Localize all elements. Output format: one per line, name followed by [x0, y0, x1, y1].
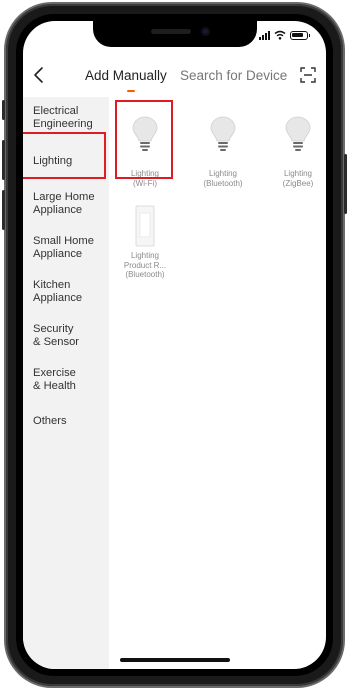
- category-label: Kitchen: [33, 279, 71, 291]
- category-label: Electrical: [33, 105, 79, 117]
- phone-frame: Add Manually Search for Device Electrica…: [2, 4, 347, 686]
- device-name: Lighting: [208, 169, 238, 178]
- home-indicator: [119, 658, 230, 662]
- battery-icon: [290, 30, 310, 40]
- wifi-icon: [274, 30, 286, 40]
- scan-icon[interactable]: [300, 67, 316, 83]
- tab-add-manually[interactable]: Add Manually: [85, 68, 167, 83]
- category-label: Engineering: [33, 118, 93, 130]
- category-label: & Sensor: [33, 336, 80, 348]
- highlight-box-wifi-device: [115, 100, 173, 179]
- category-label: Security: [33, 323, 74, 335]
- category-label: Appliance: [33, 248, 83, 260]
- device-protocol: (Wi-Fi): [133, 178, 157, 188]
- category-others[interactable]: Others: [33, 415, 67, 428]
- category-large-home-appliance[interactable]: Large Home Appliance: [33, 191, 95, 217]
- device-lighting-product-bluetooth[interactable]: Lighting Product R... (Bluetooth): [115, 205, 175, 280]
- device-protocol: (ZigBee): [282, 178, 314, 188]
- category-security-sensor[interactable]: Security & Sensor: [33, 323, 79, 349]
- volume-up-button: [2, 140, 5, 180]
- category-small-home-appliance[interactable]: Small Home Appliance: [33, 235, 94, 261]
- front-camera: [200, 27, 210, 36]
- category-label: & Health: [33, 380, 76, 392]
- category-label: Exercise: [33, 367, 76, 379]
- device-lighting-zigbee[interactable]: Lighting (ZigBee): [268, 115, 326, 188]
- mute-switch: [2, 100, 5, 120]
- header: Add Manually Search for Device: [23, 57, 326, 93]
- active-tab-indicator: [127, 90, 135, 92]
- signal-icon: [259, 30, 270, 40]
- light-bulb-icon: [210, 116, 236, 151]
- app-screen: Add Manually Search for Device Electrica…: [23, 21, 326, 669]
- category-label: Large Home: [33, 191, 95, 203]
- category-label: Appliance: [33, 292, 83, 304]
- device-name: Lighting: [130, 251, 160, 260]
- category-label: Small Home: [33, 235, 94, 247]
- category-electrical-engineering[interactable]: Electrical Engineering: [33, 105, 93, 131]
- category-kitchen-appliance[interactable]: Kitchen Appliance: [33, 279, 82, 305]
- category-label: Others: [33, 415, 67, 427]
- status-bar: [259, 29, 310, 41]
- device-name: Product R...: [123, 260, 167, 270]
- device-protocol: (Bluetooth): [203, 178, 243, 188]
- device-lighting-bluetooth[interactable]: Lighting (Bluetooth): [193, 115, 253, 188]
- phone-bezel: Add Manually Search for Device Electrica…: [16, 14, 333, 676]
- light-bulb-icon: [285, 116, 311, 151]
- highlight-box-lighting-category: [23, 132, 106, 179]
- category-sidebar: Electrical Engineering Lighting Large Ho…: [23, 97, 109, 669]
- device-protocol: (Bluetooth): [125, 270, 165, 279]
- light-panel-icon: [135, 205, 155, 247]
- category-label: Appliance: [33, 204, 83, 216]
- tab-search-for-device[interactable]: Search for Device: [180, 68, 287, 83]
- volume-down-button: [2, 190, 5, 230]
- category-exercise-health[interactable]: Exercise & Health: [33, 367, 76, 393]
- device-name: Lighting: [283, 169, 313, 178]
- speaker: [150, 29, 191, 34]
- back-chevron-icon[interactable]: [31, 65, 47, 85]
- notch: [92, 21, 257, 47]
